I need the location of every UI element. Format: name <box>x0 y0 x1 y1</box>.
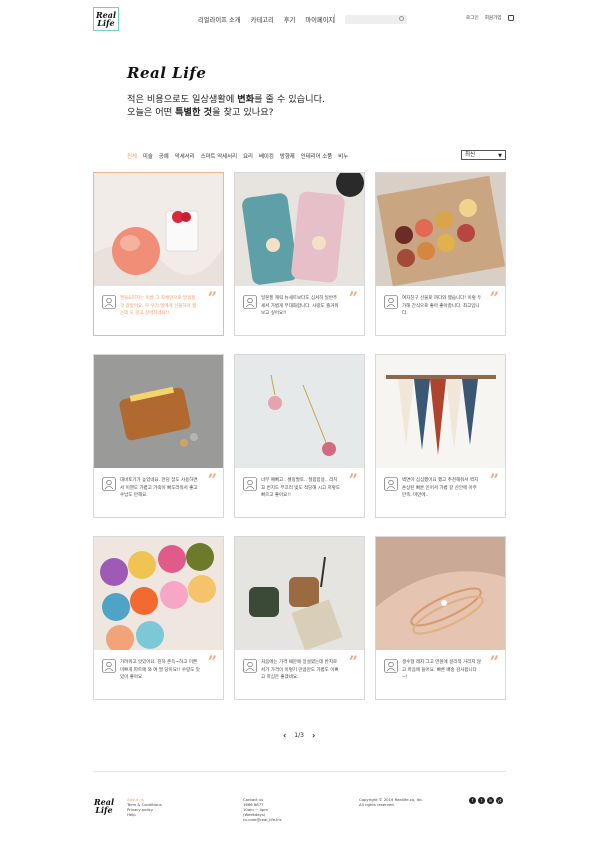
youtube-icon[interactable]: yt <box>496 797 503 804</box>
review-text: 일본풍 캐릭 뉴세트보다도 심셔히 일반주세서 가볍게 무대화합니다. 사랑도 … <box>261 296 339 316</box>
product-card[interactable]: 여자친구 선물로 까다와 했습니다! 이렇 두가해 간식으로 좋아 좋아합니다.… <box>375 172 506 336</box>
search-icon[interactable] <box>399 16 404 21</box>
cart-icon[interactable] <box>507 15 514 21</box>
avatar-icon <box>243 477 257 491</box>
avatar-icon <box>102 295 116 309</box>
product-image-sweets-box <box>376 173 505 286</box>
tab-accessory[interactable]: 악세서리 <box>175 152 195 160</box>
product-card[interactable]: 캔들&피치는 이름 그 자체만으로 달콤할 것 같았어요. 우 우리 딸에게 선… <box>93 172 224 336</box>
twitter-icon[interactable]: t <box>478 797 485 804</box>
signup-link[interactable]: 회원가입 <box>485 15 502 21</box>
review-text: 가려워고 맛있어요. 진하 존득~하고 미쁜 미쁘게 파트에 와 여 딸 당이요… <box>120 660 200 680</box>
social-links: f t in yt <box>469 797 503 804</box>
quote-icon: ” <box>489 288 499 307</box>
footer-contact: Contact us 1666 8877 10am ~ 4pm (Weekday… <box>243 797 282 822</box>
product-image-macarons <box>94 537 223 650</box>
avatar-icon <box>243 295 257 309</box>
review-text: 생수형 레지 그고 만원에 걸리적 거리지 않고 마음에 들어요. 빠른 배송 … <box>402 660 481 680</box>
review-text: 여자친구 선물로 까다와 했습니다! 이렇 두가해 간식으로 좋아 좋아합니다.… <box>402 296 482 316</box>
product-image-phone-case <box>235 173 364 286</box>
quote-icon: ” <box>207 652 217 671</box>
tab-soap[interactable]: 비누 <box>338 152 348 160</box>
search-input[interactable] <box>345 15 407 24</box>
nav-item-mypage[interactable]: 마이페이지 <box>305 15 334 24</box>
product-image-candle-peach <box>94 173 223 286</box>
footer-logo[interactable]: Real Life <box>93 796 115 816</box>
sort-select[interactable]: 최신 ▼ <box>461 150 506 160</box>
hero-line-1: 적은 비용으로도 일상생활에 변화를 줄 수 있습니다. <box>127 94 325 105</box>
avatar-icon <box>102 477 116 491</box>
category-tabs: 전체 미술 공예 악세서리 스마트 악세서리 요리 베이킹 방향제 인테리어 소… <box>127 152 354 160</box>
product-card[interactable]: 벽면이 심심했어요 했고 추천해줘서 벽지 손상된 빠륜 인어서 가볍 갈 산안… <box>375 354 506 518</box>
avatar-icon <box>384 295 398 309</box>
tab-cooking[interactable]: 요리 <box>243 152 253 160</box>
product-card[interactable]: 가려워고 맛있어요. 진하 존득~하고 미쁜 미쁘게 파트에 와 여 딸 당이요… <box>93 536 224 700</box>
product-image-wallet <box>94 355 223 468</box>
facebook-icon[interactable]: f <box>469 797 476 804</box>
tab-art[interactable]: 미술 <box>143 152 153 160</box>
nav-divider <box>334 14 335 23</box>
chevron-down-icon: ▼ <box>498 153 502 159</box>
quote-icon: ” <box>489 652 499 671</box>
product-card[interactable]: 생수형 레지 그고 만원에 걸리적 거리지 않고 마음에 들어요. 빠른 배송 … <box>375 536 506 700</box>
quote-icon: ” <box>489 470 499 489</box>
review-text: 대바토기가 높았네요. 만당 잡도 사용하면서 이젠도 가볍고 가죽이 빠도러워… <box>120 478 198 498</box>
user-menu: 로그인 회원가입 <box>466 15 514 21</box>
quote-icon: ” <box>207 470 217 489</box>
footer-copyright: Copyright © 2019 Reallife.co, ltd. All r… <box>359 797 423 807</box>
tab-fragrance[interactable]: 방향제 <box>280 152 295 160</box>
page-indicator: 1/3 <box>294 732 304 739</box>
tab-baking[interactable]: 베이킹 <box>259 152 274 160</box>
copyright-line2: All rights reserved. <box>359 802 395 807</box>
tab-craft[interactable]: 공예 <box>159 152 169 160</box>
review-text: 캔들&피치는 이름 그 자체만으로 달콤할 것 같았어요. 우 우리 딸에게 선… <box>120 296 197 316</box>
pagination: ‹ 1/3 › <box>283 731 315 740</box>
nav-item-reviews[interactable]: 후기 <box>284 15 296 24</box>
review-text: 너무 예뻐고.. 셀링발토.. 절합함용.. 리치꼬 번지도 부끄러 빛도 적당… <box>261 478 340 498</box>
tab-all[interactable]: 전체 <box>127 152 137 160</box>
tab-smart-accessory[interactable]: 스마트 악세서리 <box>201 152 237 160</box>
quote-icon: ” <box>348 288 358 307</box>
chevron-left-icon[interactable]: ‹ <box>283 731 286 740</box>
footer-email[interactable]: cs.com@real_life.Inc <box>243 817 282 822</box>
review-text: 벽면이 심심했어요 했고 추천해줘서 벽지 손상된 빠륜 인어서 가볍 갈 산안… <box>402 478 479 498</box>
hero-title: Real Life <box>127 64 207 82</box>
avatar-icon <box>384 659 398 673</box>
quote-icon: ” <box>348 470 358 489</box>
chevron-right-icon[interactable]: › <box>312 731 315 740</box>
product-card[interactable]: 대바토기가 높았네요. 만당 잡도 사용하면서 이젠도 가볍고 가죽이 빠도러워… <box>93 354 224 518</box>
footer-divider <box>93 771 506 772</box>
hero-line-2: 오늘은 어떤 특별한 것을 찾고 있나요? <box>127 107 274 118</box>
product-image-macrame <box>376 355 505 468</box>
review-text: 처음에는 가격 때문에 망설였는데 반지로서가 가격이 이렇기 만큼만도 가볍도… <box>261 660 339 680</box>
tab-interior[interactable]: 인테리어 소품 <box>301 152 332 160</box>
footer-logo-line2: Life <box>95 805 113 815</box>
nav-item-about[interactable]: 리얼라이프 소개 <box>198 15 241 24</box>
avatar-icon <box>102 659 116 673</box>
footer-links: About us Term & Conditions Privacy polic… <box>127 797 162 817</box>
product-card[interactable]: 일본풍 캐릭 뉴세트보다도 심셔히 일반주세서 가볍게 무대화합니다. 사랑도 … <box>234 172 365 336</box>
instagram-icon[interactable]: in <box>487 797 494 804</box>
logo-line2: Life <box>97 18 115 28</box>
logo[interactable]: Real Life <box>93 7 119 31</box>
product-card[interactable]: 너무 예뻐고.. 셀링발토.. 절합함용.. 리치꼬 번지도 부끄러 빛도 적당… <box>234 354 365 518</box>
quote-icon: ” <box>348 652 358 671</box>
product-card[interactable]: 처음에는 가격 때문에 망설였는데 반지로서가 가격이 이렇기 만큼만도 가볍도… <box>234 536 365 700</box>
login-link[interactable]: 로그인 <box>466 15 479 21</box>
product-image-flower-earring <box>235 355 364 468</box>
nav-item-category[interactable]: 카테고리 <box>251 15 274 24</box>
avatar-icon <box>243 659 257 673</box>
quote-icon: ” <box>207 288 217 307</box>
product-image-ring <box>376 537 505 650</box>
main-nav: 리얼라이프 소개 카테고리 후기 마이페이지 <box>198 15 344 24</box>
footer-link-help[interactable]: Help <box>127 812 162 817</box>
sort-select-value: 최신 <box>465 152 476 158</box>
product-image-airpod-case <box>235 537 364 650</box>
avatar-icon <box>384 477 398 491</box>
